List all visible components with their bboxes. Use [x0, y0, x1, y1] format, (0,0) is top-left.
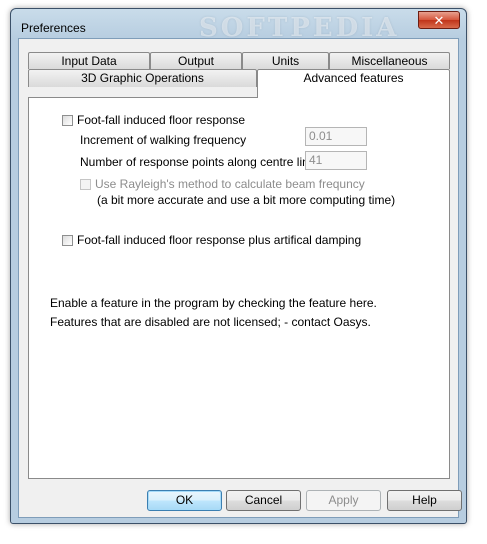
footfall-damping-checkbox[interactable] — [62, 234, 73, 246]
tab-label: Advanced features — [303, 71, 404, 85]
response-points-label: Number of response points along centre l… — [80, 155, 316, 169]
tab-advanced-features[interactable]: Advanced features — [257, 69, 450, 98]
tab-input-data[interactable]: Input Data — [28, 52, 150, 69]
tab-label: Output — [177, 54, 215, 68]
rayleigh-checkbox-row[interactable]: Use Rayleigh's method to calculate beam … — [80, 177, 365, 191]
cancel-button[interactable]: Cancel — [226, 490, 301, 511]
info-line-1: Enable a feature in the program by check… — [50, 296, 377, 310]
response-points-input[interactable]: 41 — [305, 151, 367, 170]
title-bar[interactable]: Preferences SOFTPEDIA ✕ — [11, 9, 466, 43]
rayleigh-label: Use Rayleigh's method to calculate beam … — [95, 177, 365, 191]
close-icon: ✕ — [433, 13, 445, 28]
footfall-checkbox-row[interactable]: Foot-fall induced floor response — [62, 113, 245, 127]
close-button[interactable]: ✕ — [418, 11, 460, 29]
tab-units[interactable]: Units — [242, 52, 329, 69]
preferences-window: Preferences SOFTPEDIA ✕ Input Data Outpu… — [10, 8, 467, 524]
ok-button[interactable]: OK — [147, 490, 222, 511]
help-button[interactable]: Help — [387, 490, 462, 511]
footfall-checkbox[interactable] — [62, 114, 73, 126]
increment-input[interactable]: 0.01 — [305, 127, 367, 146]
footfall-label: Foot-fall induced floor response — [77, 113, 246, 127]
tab-label: Miscellaneous — [351, 54, 428, 68]
dialog-client: Input Data Output Units Miscellaneous 3D… — [18, 38, 462, 518]
footfall-damping-label: Foot-fall induced floor response plus ar… — [77, 233, 362, 247]
tab-output[interactable]: Output — [150, 52, 242, 69]
info-line-2: Features that are disabled are not licen… — [50, 315, 371, 329]
window-title: Preferences — [21, 21, 86, 35]
footfall-damping-checkbox-row[interactable]: Foot-fall induced floor response plus ar… — [62, 233, 361, 247]
tab-label: Units — [271, 54, 300, 68]
tab-miscellaneous[interactable]: Miscellaneous — [329, 52, 450, 69]
increment-label: Increment of walking frequency — [80, 133, 247, 147]
apply-button[interactable]: Apply — [306, 490, 381, 511]
tab-label: Input Data — [61, 54, 117, 68]
rayleigh-checkbox[interactable] — [80, 178, 91, 190]
tab-3d-graphic-operations[interactable]: 3D Graphic Operations — [28, 69, 257, 87]
rayleigh-note: (a bit more accurate and use a bit more … — [97, 193, 396, 207]
advanced-features-panel: Foot-fall induced floor response Increme… — [28, 97, 450, 479]
tab-label: 3D Graphic Operations — [81, 71, 204, 85]
